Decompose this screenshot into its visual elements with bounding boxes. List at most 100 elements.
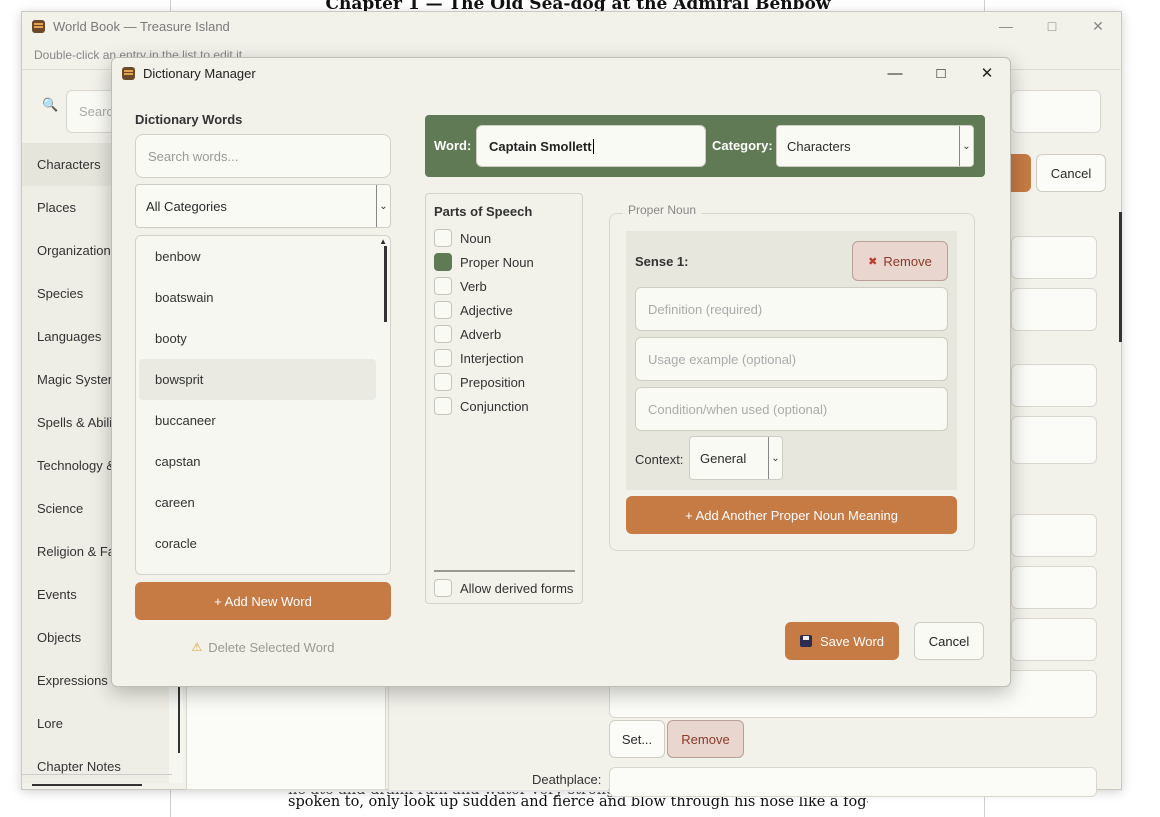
search-words-input[interactable]: Search words...	[135, 134, 391, 178]
pos-noun[interactable]: Noun	[434, 226, 534, 250]
allow-derived-label: Allow derived forms	[460, 580, 574, 596]
minimize-icon[interactable]: —	[872, 58, 918, 88]
context-label: Context:	[635, 452, 684, 467]
dialog-titlebar: Dictionary Manager — □ ✕	[112, 58, 1010, 88]
pos-proper-noun[interactable]: Proper Noun	[434, 250, 534, 274]
form-field[interactable]	[1011, 288, 1097, 331]
pos-label: Conjunction	[460, 398, 529, 414]
maximize-icon[interactable]: □	[918, 58, 964, 88]
pos-label: Interjection	[460, 350, 524, 366]
checkbox[interactable]	[434, 579, 452, 597]
list-item-selected[interactable]: bowsprit	[139, 359, 376, 400]
list-item[interactable]: coracle	[139, 523, 376, 564]
cancel-button[interactable]: Cancel	[914, 622, 984, 660]
context-select[interactable]: General ⌄	[689, 436, 783, 480]
pos-label: Adverb	[460, 326, 502, 342]
pos-label: Preposition	[460, 374, 526, 390]
list-item[interactable]: booty	[139, 318, 376, 359]
dictionary-manager-dialog: Dictionary Manager — □ ✕ Dictionary Word…	[111, 57, 1011, 687]
condition-field[interactable]: Condition/when used (optional)	[635, 387, 948, 431]
list-item[interactable]: careen	[139, 482, 376, 523]
divider	[434, 570, 575, 572]
pos-conjunction[interactable]: Conjunction	[434, 394, 534, 418]
form-field[interactable]	[1011, 566, 1097, 609]
word-list-scrollbar[interactable]: ▲	[376, 236, 390, 574]
chevron-down-icon: ⌄	[768, 437, 782, 479]
save-word-label: Save Word	[819, 633, 885, 649]
list-panel	[186, 672, 386, 790]
scroll-up-icon[interactable]: ▲	[379, 237, 387, 246]
world-book-titlebar: World Book — Treasure Island — □ ✕	[22, 12, 1121, 40]
search-icon: 🔍	[42, 97, 59, 112]
category-filter-value: All Categories	[146, 198, 227, 214]
pos-verb[interactable]: Verb	[434, 274, 534, 298]
pos-label: Proper Noun	[460, 254, 534, 270]
list-item[interactable]: boatswain	[139, 277, 376, 318]
form-scrollbar[interactable]	[1110, 200, 1122, 790]
pos-label: Verb	[460, 278, 487, 294]
search-field[interactable]	[1011, 90, 1101, 133]
minimize-icon[interactable]: —	[983, 12, 1029, 40]
form-field[interactable]	[1011, 236, 1097, 279]
sense-label: Sense 1:	[635, 254, 689, 269]
pos-label: Adjective	[460, 302, 513, 318]
add-meaning-button[interactable]: + Add Another Proper Noun Meaning	[626, 496, 957, 534]
checkbox[interactable]	[434, 397, 452, 415]
definition-field[interactable]: Definition (required)	[635, 287, 948, 331]
parts-of-speech-panel: Parts of Speech Noun Proper Noun Verb Ad…	[425, 193, 583, 604]
dictionary-words-label: Dictionary Words	[135, 112, 243, 127]
sidebar-hscrollbar[interactable]	[22, 774, 172, 788]
deathplace-field[interactable]	[609, 767, 1097, 797]
category-select[interactable]: Characters ⌄	[776, 125, 974, 167]
checkbox-checked[interactable]	[434, 253, 452, 271]
checkbox[interactable]	[434, 301, 452, 319]
set-button[interactable]: Set...	[609, 720, 665, 758]
list-item[interactable]: benbow	[139, 236, 376, 277]
form-field[interactable]	[1011, 514, 1097, 557]
sense-panel: Sense 1: ✖ Remove Definition (required) …	[626, 231, 957, 490]
delete-word-label: Delete Selected Word	[208, 639, 335, 655]
dialog-title: Dictionary Manager	[143, 65, 256, 81]
checkbox[interactable]	[434, 229, 452, 247]
remove-sense-button[interactable]: ✖ Remove	[852, 241, 948, 281]
world-book-cancel-button[interactable]: Cancel	[1036, 154, 1106, 192]
checkbox[interactable]	[434, 277, 452, 295]
word-header: Word: Captain Smollett Category: Charact…	[425, 115, 985, 177]
checkbox[interactable]	[434, 349, 452, 367]
parts-of-speech-list: Noun Proper Noun Verb Adjective Adverb I…	[434, 226, 534, 418]
word-input[interactable]: Captain Smollett	[476, 125, 706, 167]
floppy-icon	[799, 635, 812, 647]
word-list: benbow boatswain booty bowsprit buccanee…	[135, 235, 391, 575]
form-field[interactable]	[1011, 364, 1097, 407]
pos-adjective[interactable]: Adjective	[434, 298, 534, 322]
close-icon: ✖	[868, 255, 878, 268]
proper-noun-legend: Proper Noun	[623, 203, 702, 217]
list-item[interactable]: capstan	[139, 441, 376, 482]
save-word-button[interactable]: Save Word	[785, 622, 899, 660]
close-icon[interactable]: ✕	[1075, 12, 1121, 40]
delete-word-button[interactable]: ⚠ Delete Selected Word	[135, 632, 391, 662]
add-new-word-button[interactable]: + Add New Word	[135, 582, 391, 620]
warning-icon: ⚠	[191, 640, 203, 654]
chevron-down-icon: ⌄	[376, 185, 390, 227]
remove-label: Remove	[883, 253, 932, 269]
text-caret	[592, 138, 594, 154]
parts-of-speech-title: Parts of Speech	[434, 204, 533, 219]
list-item[interactable]: buccaneer	[139, 400, 376, 441]
remove-button[interactable]: Remove	[667, 720, 744, 758]
allow-derived-forms[interactable]: Allow derived forms	[434, 576, 573, 600]
category-filter-select[interactable]: All Categories ⌄	[135, 184, 391, 228]
app-icon	[32, 19, 45, 33]
close-icon[interactable]: ✕	[964, 58, 1010, 88]
word-label: Word:	[434, 138, 472, 153]
form-field[interactable]	[1011, 416, 1097, 464]
usage-field[interactable]: Usage example (optional)	[635, 337, 948, 381]
pos-preposition[interactable]: Preposition	[434, 370, 534, 394]
form-field[interactable]	[1011, 618, 1097, 661]
checkbox[interactable]	[434, 325, 452, 343]
pos-adverb[interactable]: Adverb	[434, 322, 534, 346]
pos-interjection[interactable]: Interjection	[434, 346, 534, 370]
maximize-icon[interactable]: □	[1029, 12, 1075, 40]
sidebar-item-lore[interactable]: Lore	[22, 702, 172, 745]
checkbox[interactable]	[434, 373, 452, 391]
